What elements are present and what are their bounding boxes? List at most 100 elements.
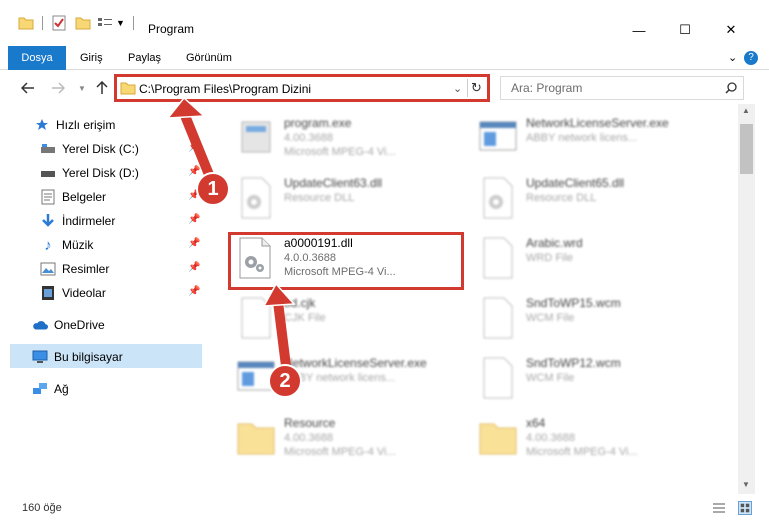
sidebar-item-label: Videolar: [62, 286, 106, 300]
dll-gear-icon: [241, 177, 271, 219]
explorer-window: ▼ Program — ☐ ✕ Dosya Giriş Paylaş Görün…: [0, 0, 769, 524]
file-name: SndToWP12.wcm: [526, 356, 621, 370]
tab-home[interactable]: Giriş: [80, 46, 103, 70]
view-options-icon[interactable]: [97, 16, 113, 30]
chevron-down-icon[interactable]: ⌄: [453, 82, 462, 95]
file-name: program.exe: [284, 116, 352, 130]
new-folder-icon[interactable]: [75, 16, 91, 30]
sidebar-item-label: Ağ: [54, 382, 69, 396]
downloads-icon: [40, 213, 56, 229]
tab-view[interactable]: Görünüm: [186, 46, 232, 70]
arrow-right-icon: [52, 82, 65, 94]
pin-icon[interactable]: 📌: [188, 286, 200, 297]
pin-icon[interactable]: 📌: [188, 214, 200, 225]
file-version: 4.00.3688: [284, 432, 333, 444]
exe-window-icon: [479, 121, 517, 151]
sidebar-item-label: Hızlı erişim: [56, 118, 116, 132]
scroll-up-icon[interactable]: ▲: [742, 106, 750, 115]
scrollbar-thumb[interactable]: [740, 124, 753, 174]
arrow-up-icon: [96, 81, 108, 94]
refresh-icon[interactable]: ↻: [471, 80, 482, 96]
file-item[interactable]: x64 4.00.3688 Microsoft MPEG-4 Vi...: [478, 412, 718, 468]
help-icon[interactable]: ?: [744, 51, 758, 65]
file-item[interactable]: SndToWP15.wcm WCM File: [478, 292, 718, 348]
file-name: Arabic.wrd: [526, 236, 583, 250]
sidebar-item-this-pc[interactable]: Bu bilgisayar: [32, 346, 123, 368]
close-button[interactable]: ✕: [708, 18, 754, 42]
file-name: UpdateClient65.dll: [526, 176, 625, 190]
file-item[interactable]: SndToWP12.wcm WCM File: [478, 352, 718, 408]
sidebar-item-network[interactable]: Ağ: [32, 378, 69, 400]
file-description: Resource DLL: [284, 192, 355, 204]
sidebar-item-music[interactable]: ♪ Müzik: [40, 234, 93, 256]
large-icons-view-icon[interactable]: [738, 501, 752, 515]
minimize-button[interactable]: —: [616, 18, 662, 42]
file-name: x64: [526, 416, 546, 430]
pin-icon[interactable]: 📌: [188, 238, 200, 249]
quick-access-toolbar: ▼: [18, 14, 142, 32]
expand-ribbon-icon[interactable]: ⌄: [728, 46, 737, 70]
file-description: Microsoft MPEG-4 Vi...: [284, 146, 396, 158]
file-list: program.exe 4.00.3688 Microsoft MPEG-4 V…: [206, 110, 736, 494]
arrow-left-icon: [21, 82, 34, 94]
file-type: WCM File: [526, 372, 575, 384]
sidebar-item-label: Yerel Disk (D:): [62, 166, 139, 180]
separator: [467, 79, 468, 97]
vertical-scrollbar[interactable]: ▲ ▼: [738, 104, 755, 494]
file-item[interactable]: UpdateClient65.dll Resource DLL: [478, 172, 718, 228]
ribbon: Dosya Giriş Paylaş Görünüm ⌄ ?: [0, 46, 769, 70]
file-type: WRD File: [526, 252, 574, 264]
properties-icon[interactable]: [51, 15, 67, 31]
file-item[interactable]: NetworkLicenseServer.exe ABBY network li…: [478, 112, 718, 168]
address-path: C:\Program Files\Program Dizini: [139, 82, 312, 96]
sidebar-item-videos[interactable]: Videolar: [40, 282, 106, 304]
sidebar-item-label: Belgeler: [62, 190, 107, 204]
file-item[interactable]: UpdateClient63.dll Resource DLL: [236, 172, 476, 228]
sidebar-item-label: İndirmeler: [62, 214, 116, 228]
scroll-down-icon[interactable]: ▼: [742, 480, 750, 489]
pin-icon[interactable]: 📌: [188, 142, 200, 153]
address-bar[interactable]: C:\Program Files\Program Dizini ⌄ ↻: [114, 74, 490, 102]
chevron-down-icon[interactable]: ▼: [116, 18, 125, 28]
sidebar-item-documents[interactable]: Belgeler: [40, 186, 106, 208]
separator: [42, 16, 43, 30]
file-item[interactable]: Arabic.wrd WRD File: [478, 232, 718, 288]
sidebar-item-disk-d[interactable]: Yerel Disk (D:): [40, 162, 139, 184]
exe-icon: [241, 121, 271, 153]
sidebar-item-label: OneDrive: [54, 318, 105, 332]
star-icon: [34, 117, 50, 133]
sidebar-item-pictures[interactable]: Resimler: [40, 258, 109, 280]
computer-icon: [32, 349, 48, 365]
file-version: 4.00.3688: [526, 432, 575, 444]
up-button[interactable]: [92, 78, 112, 98]
file-icon: [483, 237, 513, 279]
file-name: Resource: [284, 416, 336, 430]
file-name: bd.cjk: [284, 296, 316, 310]
tab-share[interactable]: Paylaş: [128, 46, 161, 70]
file-item[interactable]: Resource 4.00.3688 Microsoft MPEG-4 Vi..…: [236, 412, 476, 468]
sidebar-item-onedrive[interactable]: OneDrive: [32, 314, 105, 336]
forward-button[interactable]: [48, 78, 68, 98]
maximize-button[interactable]: ☐: [662, 18, 708, 42]
file-description: ABBY network licens...: [526, 132, 638, 144]
tab-file[interactable]: Dosya: [8, 46, 66, 70]
folder-icon[interactable]: [18, 16, 34, 30]
sidebar-item-quick-access[interactable]: Hızlı erişim: [34, 114, 115, 136]
pin-icon[interactable]: 📌: [188, 262, 200, 273]
details-view-icon[interactable]: [712, 502, 726, 514]
pin-icon[interactable]: 📌: [188, 166, 200, 177]
folder-icon: [120, 82, 136, 95]
search-box[interactable]: Ara: Program: [500, 76, 744, 100]
file-item[interactable]: bd.cjk CJK File: [236, 292, 476, 348]
file-description: Microsoft MPEG-4 Vi...: [526, 446, 638, 458]
sidebar-item-disk-c[interactable]: Yerel Disk (C:): [40, 138, 139, 160]
sidebar-item-downloads[interactable]: İndirmeler: [40, 210, 115, 232]
step-badge-2: 2: [268, 364, 302, 398]
network-icon: [32, 381, 48, 397]
file-item[interactable]: program.exe 4.00.3688 Microsoft MPEG-4 V…: [236, 112, 476, 168]
status-bar: 160 öğe: [0, 494, 769, 524]
search-input[interactable]: Ara: Program: [511, 81, 582, 95]
back-button[interactable]: [18, 78, 38, 98]
file-description: Resource DLL: [526, 192, 597, 204]
recent-locations-button[interactable]: ▼: [72, 78, 92, 98]
